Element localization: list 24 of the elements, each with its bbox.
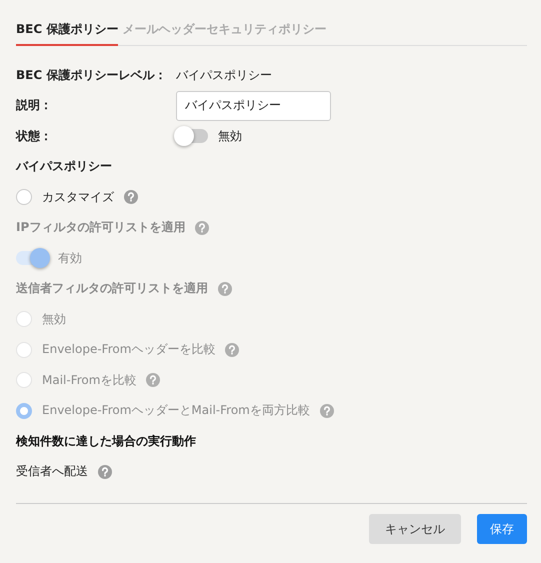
option-label: Envelope-FromヘッダーとMail-Fromを両方比較 — [42, 402, 310, 420]
description-field[interactable]: バイパスポリシー — [176, 90, 331, 121]
option-label: 無効 — [42, 310, 66, 328]
action-value: 受信者へ配送 — [16, 463, 88, 480]
field-label: 説明： — [16, 97, 53, 114]
section-title: 検知件数に達した場合の実行動作 — [16, 432, 196, 450]
option-label: Envelope-Fromヘッダーを比較 — [42, 341, 216, 358]
section-title: 送信者フィルタの許可リストを適用 — [16, 280, 208, 298]
help-icon[interactable] — [98, 464, 112, 479]
status-toggle[interactable] — [176, 129, 208, 144]
field-label: 状態： — [16, 128, 53, 145]
help-icon[interactable] — [124, 190, 138, 204]
toggle-label: 無効 — [218, 128, 242, 145]
level-value: バイパスポリシー — [176, 66, 272, 84]
radio-button[interactable] — [16, 189, 32, 206]
save-button[interactable]: 保存 — [477, 514, 527, 544]
cancel-button[interactable]: キャンセル — [369, 514, 461, 544]
toggle-label: 有効 — [58, 250, 82, 267]
section-title: バイパスポリシー — [16, 158, 112, 176]
option-label: カスタマイズ — [42, 188, 114, 206]
field-label: BEC 保護ポリシーレベル： — [16, 66, 168, 84]
option-label: Mail-Fromを比較 — [42, 372, 136, 389]
tab[interactable]: BEC 保護ポリシー — [16, 18, 118, 46]
section-title: IPフィルタの許可リストを適用 — [16, 219, 186, 236]
